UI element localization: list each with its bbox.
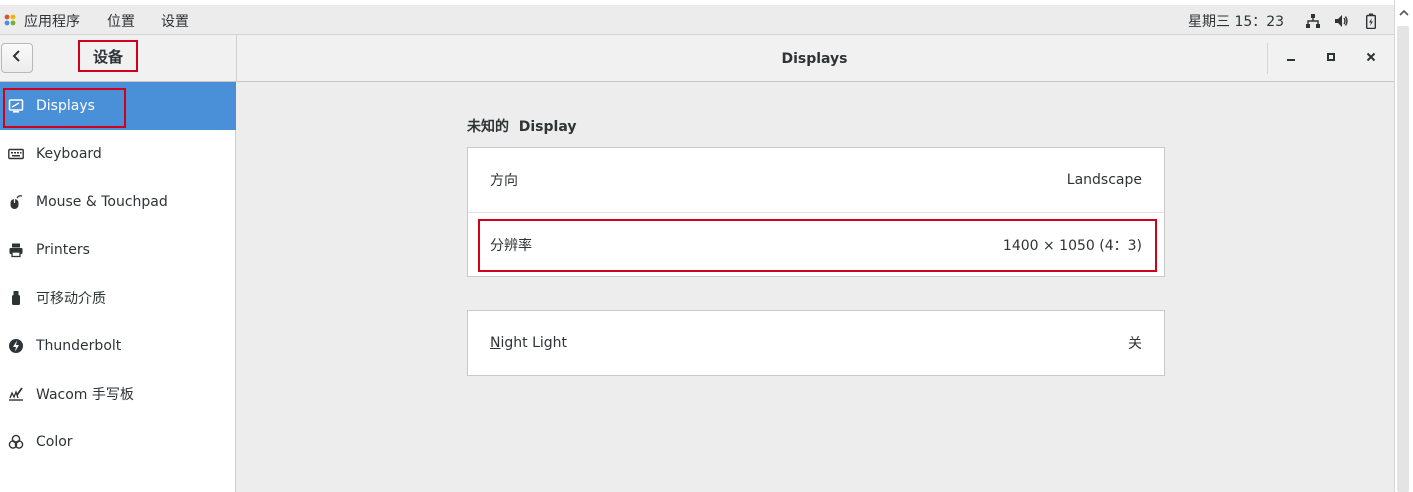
main-content: 未知的 Display 方向 Landscape 分辨率 1400 × 1050… (236, 82, 1394, 492)
sidebar-item-keyboard[interactable]: Keyboard (0, 130, 236, 178)
scrollbar-thumb[interactable] (1397, 26, 1409, 492)
display-icon (7, 97, 25, 115)
sidebar-item-label: Displays (36, 98, 95, 114)
sidebar: Displays Keyboard Mouse & Touchpad Print… (0, 82, 236, 492)
thunderbolt-icon (7, 337, 25, 355)
minimize-icon (1286, 50, 1296, 66)
sidebar-item-label: Keyboard (36, 146, 102, 162)
resolution-row[interactable]: 分辨率 1400 × 1050 (4：3) (468, 212, 1164, 276)
sidebar-item-removable-media[interactable]: 可移动介质 (0, 274, 236, 322)
resolution-label: 分辨率 (490, 237, 532, 254)
mouse-icon (7, 193, 25, 211)
sidebar-item-color[interactable]: Color (0, 418, 236, 466)
printer-icon (7, 241, 25, 259)
section-title: 设备 (78, 40, 138, 72)
orientation-value: Landscape (1066, 172, 1142, 188)
close-button[interactable] (1360, 47, 1382, 69)
window-controls-divider (1267, 43, 1268, 74)
chevron-up-icon[interactable] (1397, 6, 1411, 20)
maximize-button[interactable] (1320, 47, 1342, 69)
sidebar-item-label: Color (36, 434, 73, 450)
back-button[interactable] (1, 43, 33, 73)
battery-icon[interactable] (1363, 13, 1379, 30)
sidebar-item-wacom[interactable]: Wacom 手写板 (0, 370, 236, 418)
orientation-row[interactable]: 方向 Landscape (468, 148, 1164, 212)
orientation-label: 方向 (490, 173, 518, 189)
display-title: 未知的 Display (467, 119, 577, 135)
applications-icon (3, 13, 17, 27)
night-light-label-rest: ight Light (500, 335, 568, 351)
sidebar-item-printers[interactable]: Printers (0, 226, 236, 274)
display-settings-frame: 方向 Landscape 分辨率 1400 × 1050 (4：3) (467, 147, 1165, 277)
page-title: Displays (781, 50, 848, 67)
settings-menu[interactable]: 设置 (161, 11, 189, 31)
network-icon[interactable] (1305, 13, 1321, 29)
sidebar-item-thunderbolt[interactable]: Thunderbolt (0, 322, 236, 370)
header-bar: 设备 Displays (0, 35, 1396, 82)
resolution-value: 1400 × 1050 (4：3) (1002, 237, 1142, 254)
keyboard-icon (7, 145, 25, 163)
sidebar-item-label: 可移动介质 (36, 291, 106, 307)
scrollbar[interactable] (1394, 0, 1413, 492)
applications-menu[interactable]: 应用程序 (24, 11, 80, 31)
places-menu[interactable]: 位置 (107, 11, 135, 31)
sidebar-item-displays[interactable]: Displays (0, 82, 236, 130)
sidebar-item-label: Mouse & Touchpad (36, 194, 168, 210)
sidebar-item-label: Thunderbolt (36, 338, 122, 354)
night-light-frame: Night Light 关 (467, 310, 1165, 376)
sidebar-item-label: Wacom 手写板 (36, 387, 134, 403)
tablet-icon (7, 385, 25, 403)
sidebar-item-label: Printers (36, 242, 90, 258)
removable-media-icon (7, 289, 25, 307)
close-icon (1366, 50, 1376, 66)
clock[interactable]: 星期三 15：23 (1188, 11, 1284, 31)
night-light-label: Night Light (490, 335, 567, 351)
sidebar-item-mouse-touchpad[interactable]: Mouse & Touchpad (0, 178, 236, 226)
night-light-row[interactable]: Night Light 关 (468, 311, 1164, 375)
top-panel: 应用程序 位置 设置 星期三 15：23 (0, 5, 1396, 35)
color-icon (7, 433, 25, 451)
night-light-value: 关 (1128, 336, 1142, 352)
minimize-button[interactable] (1280, 47, 1302, 69)
maximize-icon (1326, 50, 1336, 66)
chevron-left-icon (11, 49, 23, 67)
volume-icon[interactable] (1333, 13, 1349, 29)
night-light-mnemonic: N (490, 335, 501, 351)
